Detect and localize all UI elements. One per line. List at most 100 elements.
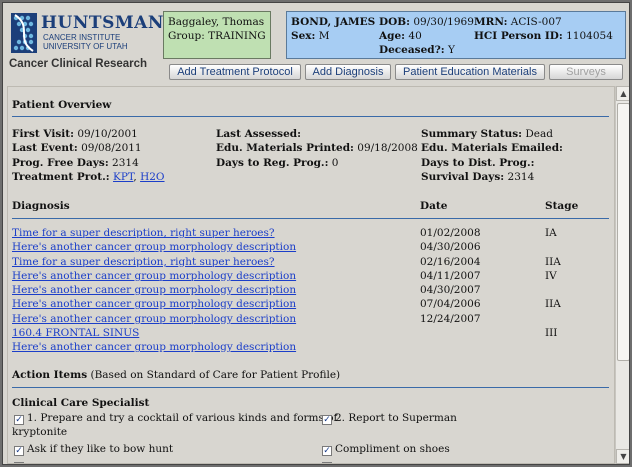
first-visit: First Visit: 09/10/2001 <box>12 127 165 141</box>
hci-label: HCI Person ID: <box>474 30 563 42</box>
vertical-scrollbar[interactable]: ▲ ▼ <box>615 86 629 464</box>
edu-printed-label: Edu. Materials Printed: <box>216 142 354 155</box>
diagnosis-link[interactable]: Here's another cancer group morphology d… <box>12 297 296 311</box>
days-to-reg-prog: Days to Reg. Prog.: 0 <box>216 156 418 170</box>
table-row: Here's another cancer group morphology d… <box>12 240 602 254</box>
action-item-2: ✓ 2. Report to Superman <box>322 412 457 425</box>
diagnosis-link[interactable]: Here's another cancer group morphology d… <box>12 269 296 283</box>
table-row: Here's another cancer group morphology d… <box>12 340 602 354</box>
add-diagnosis-button[interactable]: Add Diagnosis <box>305 64 391 80</box>
action-item-partial: ✓ <box>14 459 27 463</box>
scroll-thumb[interactable] <box>617 103 629 361</box>
days-to-dist-prog: Days to Dist. Prog.: <box>421 156 563 170</box>
mrn-label: MRN: <box>474 16 508 28</box>
first-visit-label: First Visit: <box>12 128 74 140</box>
days-reg-value: 0 <box>331 156 339 169</box>
treatment-label: Treatment Prot.: <box>12 170 110 183</box>
dob-label: DOB: <box>379 16 411 28</box>
patient-sex: Sex: M <box>291 29 375 43</box>
diagnosis-date: 04/30/2006 <box>420 241 481 254</box>
diagnosis-link[interactable]: Here's another cancer group morphology d… <box>12 283 296 297</box>
edu-materials-emailed: Edu. Materials Emailed: <box>421 141 563 155</box>
diagnosis-link[interactable]: Here's another cancer group morphology d… <box>12 240 296 254</box>
table-row: 160.4 FRONTAL SINUS III <box>12 326 602 340</box>
user-info-box: Baggaley, Thomas Group: TRAINING <box>163 11 271 59</box>
scroll-down-arrow-icon[interactable]: ▼ <box>616 449 629 464</box>
last-assessed-label: Last Assessed: <box>216 128 301 140</box>
action-item-1-continued: kryptonite <box>12 426 68 438</box>
days-reg-label: Days to Reg. Prog.: <box>216 156 329 169</box>
patient-deceased: Deceased?: Y <box>379 43 474 57</box>
hci-value: 1104054 <box>566 30 613 42</box>
action-item-checkbox[interactable]: ✓ <box>14 446 24 456</box>
action-item-checkbox[interactable]: ✓ <box>322 415 332 425</box>
diagnosis-link[interactable]: Time for a super description, right supe… <box>12 226 275 240</box>
overview-col-3: Summary Status: Dead Edu. Materials Emai… <box>421 127 563 184</box>
table-row: Time for a super description, right supe… <box>12 255 602 269</box>
action-item-3: ✓ Ask if they like to bow hunt <box>14 443 173 456</box>
pfd-value: 2314 <box>112 156 139 169</box>
treatment-separator: , <box>133 170 137 183</box>
action-items-heading: Action Items <box>12 369 88 381</box>
overview-col-1: First Visit: 09/10/2001 Last Event: 09/0… <box>12 127 165 184</box>
logo-subtitle-university: UNIVERSITY OF UTAH <box>43 42 128 51</box>
scroll-up-arrow-icon[interactable]: ▲ <box>616 86 629 101</box>
dna-helix-icon <box>11 13 37 53</box>
action-item-1: ✓ 1. Prepare and try a cocktail of variou… <box>14 412 337 425</box>
action-item-checkbox[interactable]: ✓ <box>322 446 332 456</box>
huntsman-logo: HUNTSMAN CANCER INSTITUTE UNIVERSITY OF … <box>9 11 163 73</box>
diagnosis-date: 01/02/2008 <box>420 227 481 239</box>
diagnosis-stage: IV <box>545 269 557 282</box>
pfd-label: Prog. Free Days: <box>12 156 109 169</box>
diagnosis-table: Time for a super description, right supe… <box>12 226 602 355</box>
action-item-text: 2. Report to Superman <box>335 412 457 424</box>
action-item-4: ✓ Compliment on shoes <box>322 443 450 456</box>
edu-emailed-label: Edu. Materials Emailed: <box>421 142 563 155</box>
patient-col-3: MRN: ACIS-007 HCI Person ID: 1104054 <box>474 15 613 43</box>
treatment-protocols: Treatment Prot.: KPT, H2O <box>12 170 165 184</box>
edu-materials-printed: Edu. Materials Printed: 09/18/2008 <box>216 141 418 155</box>
add-treatment-protocol-button[interactable]: Add Treatment Protocol <box>169 64 301 80</box>
group-value: TRAINING <box>208 30 266 42</box>
diagnosis-stage: IIA <box>545 255 561 268</box>
survival-label: Survival Days: <box>421 170 505 183</box>
table-row: Time for a super description, right supe… <box>12 226 602 240</box>
patient-info-box: BOND, JAMES Sex: M DOB: 09/30/1969 Age: … <box>286 11 626 59</box>
patient-hci-id: HCI Person ID: 1104054 <box>474 29 613 43</box>
deceased-label: Deceased?: <box>379 44 445 56</box>
table-row: Here's another cancer group morphology d… <box>12 312 602 326</box>
diagnosis-stage: IIA <box>545 298 561 311</box>
overview-divider <box>12 116 609 117</box>
diagnosis-date: 07/04/2006 <box>420 298 481 311</box>
stage-column-header: Stage <box>545 200 579 212</box>
table-row: Here's another cancer group morphology d… <box>12 283 602 297</box>
action-item-checkbox[interactable]: ✓ <box>322 462 332 463</box>
diagnosis-date: 04/30/2007 <box>420 284 481 297</box>
action-items-subheading: (Based on Standard of Care for Patient P… <box>90 369 341 381</box>
patient-mrn: MRN: ACIS-007 <box>474 15 613 29</box>
treatment-link-h2o[interactable]: H2O <box>140 171 164 183</box>
user-name: Baggaley, Thomas <box>168 16 265 28</box>
diagnosis-link[interactable]: 160.4 FRONTAL SINUS <box>12 326 139 340</box>
action-item-checkbox[interactable]: ✓ <box>14 462 24 463</box>
app-window: HUNTSMAN CANCER INSTITUTE UNIVERSITY OF … <box>2 2 630 465</box>
patient-col-1: BOND, JAMES Sex: M <box>291 15 375 43</box>
summary-status: Summary Status: Dead <box>421 127 563 141</box>
diagnosis-link[interactable]: Here's another cancer group morphology d… <box>12 340 296 354</box>
patient-col-2: DOB: 09/30/1969 Age: 40 Deceased?: Y <box>379 15 474 57</box>
patient-education-materials-button[interactable]: Patient Education Materials <box>395 64 545 80</box>
last-assessed: Last Assessed: <box>216 127 418 141</box>
last-event-value: 09/08/2011 <box>81 142 142 155</box>
diagnosis-link[interactable]: Time for a super description, right supe… <box>12 255 275 269</box>
sex-label: Sex: <box>291 30 316 42</box>
overview-col-2: Last Assessed: Edu. Materials Printed: 0… <box>216 127 418 170</box>
surveys-button[interactable]: Surveys <box>549 64 623 80</box>
table-row: Here's another cancer group morphology d… <box>12 297 602 311</box>
patient-dob: DOB: 09/30/1969 <box>379 15 474 29</box>
action-item-checkbox[interactable]: ✓ <box>14 415 24 425</box>
treatment-link-kpt[interactable]: KPT <box>113 171 133 183</box>
diagnosis-date: 02/16/2004 <box>420 255 481 268</box>
diagnosis-stage: III <box>545 327 558 340</box>
mrn-value: ACIS-007 <box>510 16 562 28</box>
diagnosis-link[interactable]: Here's another cancer group morphology d… <box>12 312 296 326</box>
